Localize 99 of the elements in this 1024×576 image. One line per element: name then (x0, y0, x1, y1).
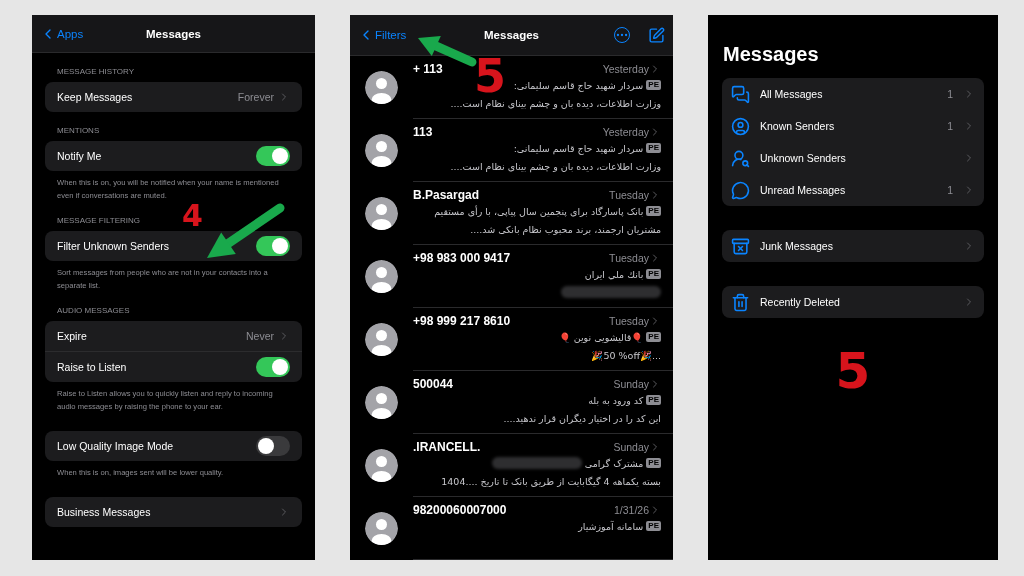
message-preview: وزارت اطلاعات، دیده بان و چشم بینای نظام است.... (450, 160, 661, 172)
step-number: 5 (474, 53, 506, 99)
chat-bubbles-icon (731, 84, 750, 104)
message-time: 1/31/26 (613, 504, 649, 516)
box-x-icon (731, 236, 750, 256)
section-header: MENTIONS (57, 126, 101, 135)
settings-row[interactable]: Business Messages (45, 497, 302, 527)
row-label: Business Messages (57, 506, 152, 518)
row-label: Expire (57, 330, 88, 342)
person-question-icon (731, 148, 750, 168)
step-number: 4 (182, 201, 203, 231)
sim-badge: PE (646, 332, 661, 342)
row-value: Never (246, 330, 274, 342)
row-label: Low Quality Image Mode (57, 440, 175, 452)
message-preview: 🎉50 %off🎉... (591, 349, 661, 361)
filter-row[interactable]: Unknown Senders (722, 142, 984, 174)
sender-name: 98200060007000 (413, 503, 508, 517)
settings-row[interactable]: Keep Messages Forever (45, 82, 302, 112)
message-time: Sunday (613, 378, 649, 390)
message-time: Tuesday (609, 315, 649, 327)
screen-title: Messages (146, 27, 201, 40)
toggle-switch[interactable] (256, 357, 290, 377)
sender-name: B.Pasargad (413, 188, 481, 202)
settings-row[interactable]: Notify Me (45, 141, 302, 171)
message-preview: سردار شهید حاج قاسم سلیمانی: (513, 142, 644, 154)
sim-badge: PE (646, 521, 661, 531)
step-number: 5 (835, 342, 871, 400)
sender-name: +98 999 217 8610 (413, 314, 512, 328)
sim-badge: PE (646, 80, 661, 90)
trash-icon (731, 292, 750, 312)
compose-icon[interactable] (648, 26, 665, 44)
sim-badge: PE (646, 206, 661, 216)
avatar-icon (365, 71, 398, 104)
sender-name: 500044 (413, 377, 455, 391)
sender-name: .IRANCELL. (413, 440, 482, 454)
toggle-switch[interactable] (256, 236, 290, 256)
message-preview: وزارت اطلاعات، دیده بان و چشم بینای نظام است.... (450, 97, 661, 109)
sim-badge: PE (646, 458, 661, 468)
message-time: Tuesday (609, 189, 649, 201)
filter-label: Unknown Senders (760, 152, 847, 164)
message-preview: مشتریان ارجمند، برند محبوب نظام بانکی شد.... (470, 223, 661, 235)
toggle-switch[interactable] (256, 146, 290, 166)
message-time: Tuesday (609, 252, 649, 264)
filter-row[interactable]: Junk Messages (722, 230, 984, 262)
sim-badge: PE (646, 269, 661, 279)
filter-row[interactable]: Known Senders 1 (722, 110, 984, 142)
message-count: 1 (947, 184, 953, 196)
message-preview: سامانه آموزشیار (578, 520, 644, 532)
avatar-icon (365, 512, 398, 545)
settings-row[interactable]: Expire Never (45, 321, 302, 351)
message-preview: مشترک گرامی (584, 457, 644, 469)
avatar-icon (365, 260, 398, 293)
message-preview: بانك ملي ايران (584, 268, 644, 280)
filter-row[interactable]: Recently Deleted (722, 286, 984, 318)
row-label: Notify Me (57, 150, 103, 162)
message-time: Yesterday (602, 63, 649, 75)
message-time: Sunday (613, 441, 649, 453)
sender-name: 113 (413, 125, 434, 139)
message-preview: بسته یکماهه 4 گیگابایت از طریق بانک تا تاریخ ....1404 (441, 475, 661, 487)
message-preview: این کد را در اختیار دیگران قرار ندهید.... (503, 412, 661, 424)
settings-row[interactable]: Low Quality Image Mode (45, 431, 302, 461)
screen-title: Messages (484, 29, 539, 41)
message-count: 1 (947, 88, 953, 100)
filter-label: All Messages (760, 88, 824, 100)
filter-row[interactable]: All Messages 1 (722, 78, 984, 110)
back-link[interactable]: Apps (40, 25, 84, 42)
filter-label: Unread Messages (760, 184, 847, 196)
settings-row[interactable]: Raise to Listen (45, 351, 302, 382)
sim-badge: PE (646, 143, 661, 153)
screen-title: Messages (723, 43, 820, 66)
back-link[interactable]: Filters (358, 27, 407, 43)
section-header: MESSAGE FILTERING (57, 216, 141, 225)
sender-name: +98 983 000 9417 (413, 251, 512, 265)
settings-row[interactable]: Filter Unknown Senders (45, 231, 302, 261)
row-label: Filter Unknown Senders (57, 240, 171, 252)
message-preview: سردار شهید حاج قاسم سلیمانی: (513, 79, 644, 91)
sender-name: + 113 (413, 62, 444, 76)
message-preview: 🎈قالیشویی نوین 🎈 (558, 331, 644, 343)
filter-label: Known Senders (760, 120, 836, 132)
filter-label: Junk Messages (760, 240, 834, 252)
row-label: Raise to Listen (57, 361, 128, 373)
filter-row[interactable]: Unread Messages 1 (722, 174, 984, 206)
row-value: Forever (237, 91, 274, 103)
section-header: AUDIO MESSAGES (57, 306, 131, 315)
avatar-icon (365, 197, 398, 230)
message-time: Yesterday (602, 126, 649, 138)
avatar-icon (365, 449, 398, 482)
message-preview: بانک پاسارگاد برای پنجمین سال پیاپی، با رأی مستقیم (434, 205, 644, 217)
sim-badge: PE (646, 395, 661, 405)
person-circle-icon (731, 116, 750, 136)
filter-label: Recently Deleted (760, 296, 841, 308)
toggle-switch[interactable] (256, 436, 290, 456)
section-header: MESSAGE HISTORY (57, 67, 136, 76)
message-count: 1 (947, 120, 953, 132)
avatar-icon (365, 134, 398, 167)
row-label: Keep Messages (57, 91, 134, 103)
avatar-icon (365, 323, 398, 356)
avatar-icon (365, 386, 398, 419)
message-preview: کد ورود به بله (588, 394, 644, 406)
